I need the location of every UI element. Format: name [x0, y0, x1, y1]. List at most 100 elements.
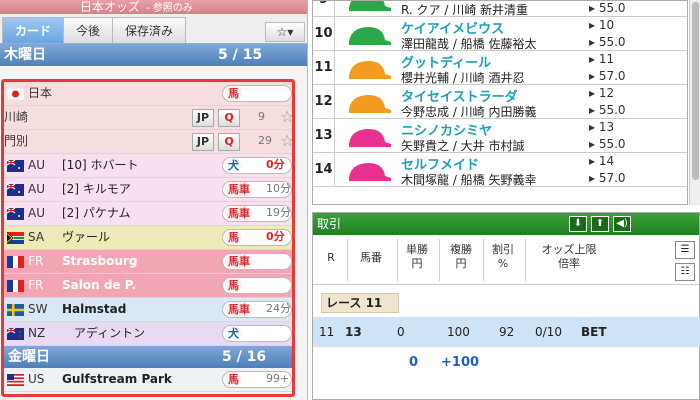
jockey-trainer: 矢野貴之 / 大井 市村誠 — [401, 139, 525, 153]
race-label: レース 11 — [321, 293, 399, 313]
venue-time: 0分 — [266, 158, 285, 171]
entry-odds: ▸ 10 — [589, 18, 615, 32]
scrollbar-thumb[interactable] — [692, 2, 699, 180]
bet-status-button[interactable]: BET — [581, 317, 607, 347]
venue-time: 29 — [258, 134, 272, 147]
venue-row-monbetsu[interactable]: 門別 JP Q 29 ☆ — [4, 130, 292, 154]
sweden-flag-icon — [7, 304, 24, 316]
tab-card[interactable]: カード — [2, 17, 65, 43]
jockey-trainer: 木間塚龍 / 船橋 矢野義幸 — [401, 173, 537, 187]
venue-row[interactable]: AU [2] パケナム 馬車 19分 — [4, 202, 292, 226]
entry-weight: ▸ 55.0 — [589, 103, 626, 117]
venue-row[interactable]: NZ アディントン 犬 — [4, 322, 292, 346]
divider — [525, 239, 526, 281]
race-type-toggle[interactable]: 馬 — [222, 85, 292, 102]
day-count: 5 / 16 — [222, 349, 267, 365]
venue-time: 0分 — [266, 230, 285, 243]
favorites-dropdown[interactable]: ☆▾ — [265, 22, 305, 42]
jockey-trainer: R. クア / 川崎 新井清重 — [401, 3, 529, 17]
entry-row[interactable]: 12 タイセイストラーダ 今野忠成 / 川崎 内田勝義 ▸ 12 ▸ 55.0 — [313, 85, 687, 119]
venue-time: 24分 — [266, 302, 291, 315]
jockey-trainer: 澤田龍哉 / 船橋 佐藤裕太 — [401, 37, 537, 51]
entry-weight: ▸ 57.0 — [589, 69, 626, 83]
entry-row[interactable]: 13 ニシノカシミヤ 矢野貴之 / 大井 市村誠 ▸ 13 ▸ 55.0 — [313, 119, 687, 153]
venue-name: Salon de P. — [62, 278, 136, 292]
day-header-thursday[interactable]: 木曜日 5 / 15 — [0, 44, 307, 66]
race-type-label: 馬車 — [225, 206, 253, 221]
venue-row[interactable]: SW Halmstad 馬車 24分 — [4, 298, 292, 322]
venue-time: 19分 — [266, 206, 291, 219]
entry-number: 13 — [313, 119, 335, 153]
venue-row[interactable]: FR Strasbourg 馬車 24分 — [4, 250, 292, 274]
entry-row[interactable]: 11 グットディール 櫻井光輔 / 川崎 酒井忍 ▸ 11 ▸ 57.0 — [313, 51, 687, 85]
france-flag-icon — [7, 280, 24, 292]
app-title: 日本オッズ — [80, 0, 141, 14]
entry-row[interactable]: 14 セルフメイド 木間塚龍 / 船橋 矢野義幸 ▸ 14 ▸ 57.0 — [313, 153, 687, 187]
q-button[interactable]: Q — [218, 109, 240, 127]
entry-scrollbar[interactable] — [689, 0, 700, 205]
venue-name: Strasbourg — [62, 254, 138, 268]
venue-panel: 日本オッズ - 参照のみ カード 今後 保存済み ☆▾ 木曜日 5 / 15 日本… — [0, 0, 308, 400]
france-flag-icon — [7, 256, 24, 268]
bet-panel: 取引 ⬇ ⬆ ◀) R 馬番 単勝 円 複勝 円 割引 % オッズ上限 倍率 レ… — [312, 212, 700, 400]
race-type-toggle[interactable]: 犬 — [222, 325, 292, 342]
venue-row[interactable]: US Gulfstream Park 馬 99+ — [4, 368, 292, 392]
grid-icon[interactable]: ☷ — [675, 263, 695, 281]
bet-table-header: R 馬番 単勝 円 複勝 円 割引 % オッズ上限 倍率 — [313, 235, 699, 285]
venue-time: 10分 — [266, 182, 291, 195]
venue-row[interactable]: AU [10] ホバート 犬 0分 — [4, 154, 292, 178]
venue-row-kawasaki[interactable]: 川崎 JP Q 9 ☆ — [4, 106, 292, 130]
jockey-cap-icon — [349, 163, 391, 181]
venue-list: 日本 馬 川崎 JP Q 9 ☆ 門別 JP Q 29 ☆ AU [10] ホバ… — [1, 79, 295, 397]
race-type-label: 馬車 — [225, 254, 253, 269]
south-africa-flag-icon — [7, 232, 24, 244]
q-button[interactable]: Q — [218, 133, 240, 151]
country-code: FR — [28, 278, 44, 292]
jp-button[interactable]: JP — [192, 109, 214, 127]
jockey-cap-icon — [349, 129, 391, 147]
entry-odds: ▸ 14 — [589, 154, 615, 168]
day-header-friday[interactable]: 金曜日 5 / 16 — [4, 346, 292, 368]
venue-name: 日本 — [28, 86, 53, 100]
arrow-up-icon[interactable]: ⬆ — [591, 216, 609, 232]
divider — [397, 239, 398, 281]
jockey-cap-icon — [349, 1, 391, 11]
venue-name: アディントン — [74, 326, 146, 340]
australia-flag-icon — [7, 160, 24, 172]
entry-number: 14 — [313, 153, 335, 187]
bet-panel-header: 取引 ⬇ ⬆ ◀) — [313, 213, 699, 235]
entry-number: 10 — [313, 17, 335, 51]
country-code: SW — [28, 302, 48, 316]
arrow-down-icon[interactable]: ⬇ — [569, 216, 587, 232]
favorite-star-icon[interactable]: ☆ — [280, 130, 292, 152]
venue-row-japan[interactable]: 日本 馬 — [4, 82, 292, 106]
jp-button[interactable]: JP — [192, 133, 214, 151]
venue-row[interactable]: FR Salon de P. 馬 8分 — [4, 274, 292, 298]
column-header: 複勝 円 — [450, 243, 472, 270]
divider — [347, 239, 348, 281]
venue-name: [2] キルモア — [62, 182, 131, 196]
venue-row[interactable]: SA ヴァール 馬 0分 — [4, 226, 292, 250]
bet-panel-title: 取引 — [317, 217, 342, 231]
favorite-star-icon[interactable]: ☆ — [280, 106, 292, 128]
venue-name: [10] ホバート — [62, 158, 139, 172]
tab-saved[interactable]: 保存済み — [112, 17, 187, 43]
app-title-bar: 日本オッズ - 参照のみ — [0, 0, 307, 14]
country-code: AU — [28, 206, 45, 220]
entry-row[interactable]: 9 R. クア / 川崎 新井清重 ▸ 55.0 — [313, 1, 687, 17]
bet-discount: 92 — [499, 325, 515, 339]
tab-upcoming[interactable]: 今後 — [63, 17, 114, 43]
entry-odds: ▸ 12 — [589, 86, 615, 100]
total-win: 0 — [409, 355, 419, 370]
bet-race: 11 — [319, 325, 335, 339]
sound-icon[interactable]: ◀) — [613, 216, 631, 232]
australia-flag-icon — [7, 208, 24, 220]
entry-weight: ▸ 57.0 — [589, 171, 626, 185]
venue-time: 99+ — [266, 372, 290, 385]
jockey-cap-icon — [349, 95, 391, 113]
bet-row[interactable]: 11 13 0 100 92 0/10 BET — [313, 317, 700, 347]
column-header: 割引 % — [492, 243, 514, 270]
list-icon[interactable]: ☰ — [675, 241, 695, 259]
entry-row[interactable]: 10 ケイアイメビウス 澤田龍哉 / 船橋 佐藤裕太 ▸ 10 ▸ 55.0 — [313, 17, 687, 51]
venue-row[interactable]: AU [2] キルモア 馬車 10分 — [4, 178, 292, 202]
